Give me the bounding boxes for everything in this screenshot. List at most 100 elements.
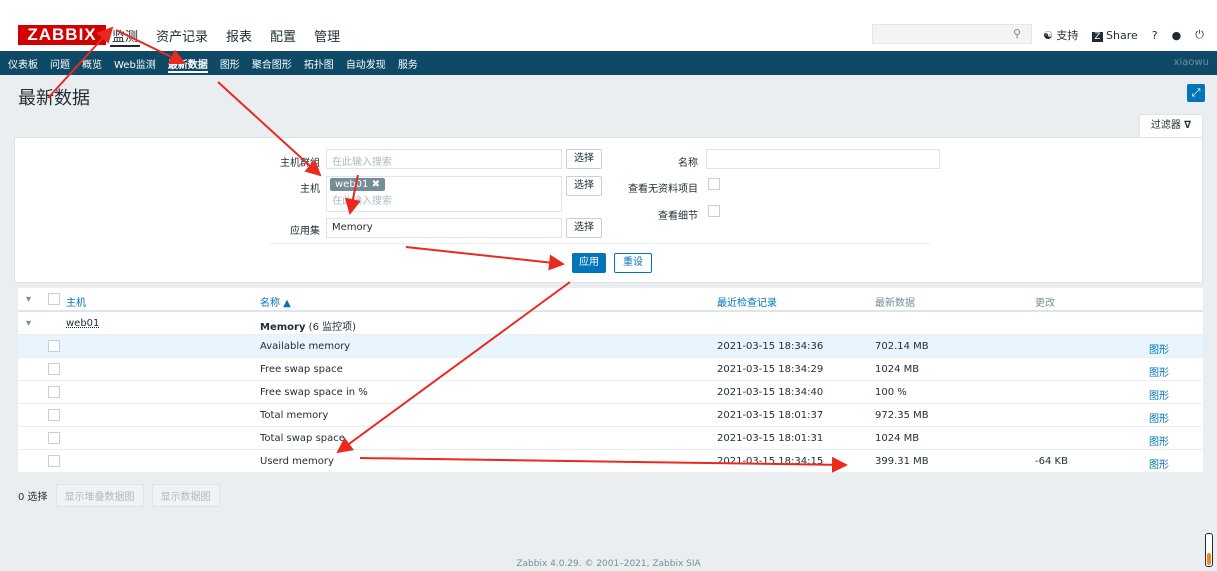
subnav-web[interactable]: Web监测 (114, 56, 156, 73)
item-name: Available memory (260, 341, 351, 352)
filter-divider (270, 243, 930, 244)
current-user: xiaowu (1173, 57, 1209, 68)
menu-monitoring[interactable]: 监测 (110, 26, 141, 47)
row-checkbox[interactable] (48, 455, 60, 467)
select-all-checkbox[interactable] (48, 293, 60, 305)
table-row: Total memory 2021-03-15 18:01:37 972.35 … (18, 404, 1203, 427)
filter-tab-label: 过滤器 (1150, 120, 1181, 131)
host-label: 主机 (300, 184, 320, 195)
table-row: Free swap space in % 2021-03-15 18:34:40… (18, 381, 1203, 404)
apply-button[interactable]: 应用 (572, 253, 606, 273)
subnav-overview[interactable]: 概览 (82, 56, 102, 73)
help-link[interactable]: ? (1152, 29, 1158, 42)
host-group-input[interactable]: 在此输入搜索 (326, 149, 562, 169)
graph-button[interactable]: 显示数据图 (151, 484, 220, 507)
subnav-dashboard[interactable]: 仪表板 (8, 56, 38, 73)
item-last-check: 2021-03-15 18:34:29 (717, 364, 824, 375)
table-row: Total swap space 2021-03-15 18:01:31 102… (18, 427, 1203, 450)
top-links: ☯ 支持 Z Share ? ● ⏻ (1043, 27, 1204, 43)
show-details-checkbox[interactable] (708, 205, 720, 217)
menu-administration[interactable]: 管理 (312, 26, 342, 47)
show-details-label: 查看细节 (658, 211, 698, 222)
group-host[interactable]: web01 (66, 318, 99, 329)
latest-data-table: ▾ 主机 名称 ▲ 最近检查记录 最新数据 更改 ▾ web01 Memory … (18, 288, 1203, 473)
filter-tab[interactable]: 过滤器 ∇ (1139, 114, 1203, 137)
graph-link[interactable]: 图形 (1149, 364, 1169, 379)
group-name: Memory (6 监控项) (260, 318, 356, 333)
group-row: ▾ web01 Memory (6 监控项) (18, 312, 1203, 335)
col-last-check[interactable]: 最近检查记录 (717, 294, 777, 309)
col-change: 更改 (1035, 298, 1055, 309)
table-row: Userd memory 2021-03-15 18:34:15 399.31 … (18, 450, 1203, 473)
row-checkbox[interactable] (48, 409, 60, 421)
main-menu: 监测 资产记录 报表 配置 管理 (110, 26, 342, 47)
support-label: 支持 (1056, 29, 1079, 42)
row-checkbox[interactable] (48, 386, 60, 398)
close-icon[interactable]: ✖ (372, 179, 380, 190)
item-name: Total memory (260, 410, 329, 421)
fullscreen-icon[interactable]: ⤢ (1187, 84, 1205, 102)
graph-link[interactable]: 图形 (1149, 341, 1169, 356)
subnav-services[interactable]: 服务 (398, 56, 418, 73)
item-last-value: 1024 MB (875, 364, 920, 375)
col-name[interactable]: 名称 ▲ (260, 294, 291, 309)
graph-link[interactable]: 图形 (1149, 433, 1169, 448)
show-no-data-checkbox[interactable] (708, 178, 720, 190)
share-icon: Z (1092, 31, 1103, 42)
graph-link[interactable]: 图形 (1149, 456, 1169, 471)
share-link[interactable]: Z Share (1092, 29, 1138, 42)
row-checkbox[interactable] (48, 340, 60, 352)
row-checkbox[interactable] (48, 363, 60, 375)
host-group-label: 主机群组 (280, 158, 320, 169)
app-input[interactable]: Memory (326, 218, 562, 238)
subnav-maps[interactable]: 拓扑图 (304, 56, 334, 73)
group-app-name: Memory (260, 322, 306, 333)
reset-button[interactable]: 重设 (614, 253, 652, 273)
menu-configuration[interactable]: 配置 (268, 26, 298, 47)
menu-reports[interactable]: 报表 (224, 26, 254, 47)
collapse-group-icon[interactable]: ▾ (26, 318, 31, 329)
item-last-check: 2021-03-15 18:34:40 (717, 387, 824, 398)
zabbix-logo[interactable]: ZABBIX (18, 25, 106, 45)
app-select-button[interactable]: 选择 (566, 218, 602, 238)
item-name: Free swap space in % (260, 387, 368, 398)
item-last-value: 702.14 MB (875, 341, 929, 352)
filter-panel (14, 137, 1203, 283)
host-select-button[interactable]: 选择 (566, 176, 602, 196)
graph-link[interactable]: 图形 (1149, 387, 1169, 402)
name-input[interactable] (706, 149, 940, 169)
collapse-all-icon[interactable]: ▾ (26, 294, 31, 305)
item-change: -64 KB (1035, 456, 1068, 467)
page-title: 最新数据 (18, 88, 90, 109)
item-last-check: 2021-03-15 18:01:37 (717, 410, 824, 421)
user-icon[interactable]: ● (1172, 29, 1182, 42)
support-link[interactable]: ☯ 支持 (1043, 27, 1078, 43)
subnav-problems[interactable]: 问题 (50, 56, 70, 73)
item-name: Userd memory (260, 456, 334, 467)
item-name: Total swap space (260, 433, 345, 444)
subnav-screens[interactable]: 聚合图形 (252, 56, 292, 73)
app-label: 应用集 (290, 226, 320, 237)
item-last-value: 972.35 MB (875, 410, 929, 421)
stacked-graph-button[interactable]: 显示堆叠数据图 (55, 484, 144, 507)
row-checkbox[interactable] (48, 432, 60, 444)
graph-link[interactable]: 图形 (1149, 410, 1169, 425)
subnav-graphs[interactable]: 图形 (220, 56, 240, 73)
global-search-input[interactable] (872, 24, 1032, 44)
scroll-indicator[interactable] (1205, 533, 1213, 567)
power-icon[interactable]: ⏻ (1195, 28, 1204, 42)
selected-count: 0 选择 (18, 492, 48, 503)
host-group-select-button[interactable]: 选择 (566, 149, 602, 169)
search-icon[interactable]: ⚲ (1013, 27, 1021, 40)
table-row: Available memory 2021-03-15 18:34:36 702… (18, 335, 1203, 358)
col-host[interactable]: 主机 (66, 294, 86, 309)
mass-action-bar: 0 选择 显示堆叠数据图 显示数据图 (18, 484, 220, 507)
subnav-latest-data[interactable]: 最新数据 (167, 56, 208, 73)
item-last-value: 399.31 MB (875, 456, 929, 467)
item-last-check: 2021-03-15 18:34:15 (717, 456, 824, 467)
item-last-check: 2021-03-15 18:34:36 (717, 341, 824, 352)
host-tag[interactable]: web01 ✖ (330, 178, 385, 191)
item-name: Free swap space (260, 364, 343, 375)
menu-inventory[interactable]: 资产记录 (154, 26, 210, 47)
subnav-discovery[interactable]: 自动发现 (346, 56, 386, 73)
